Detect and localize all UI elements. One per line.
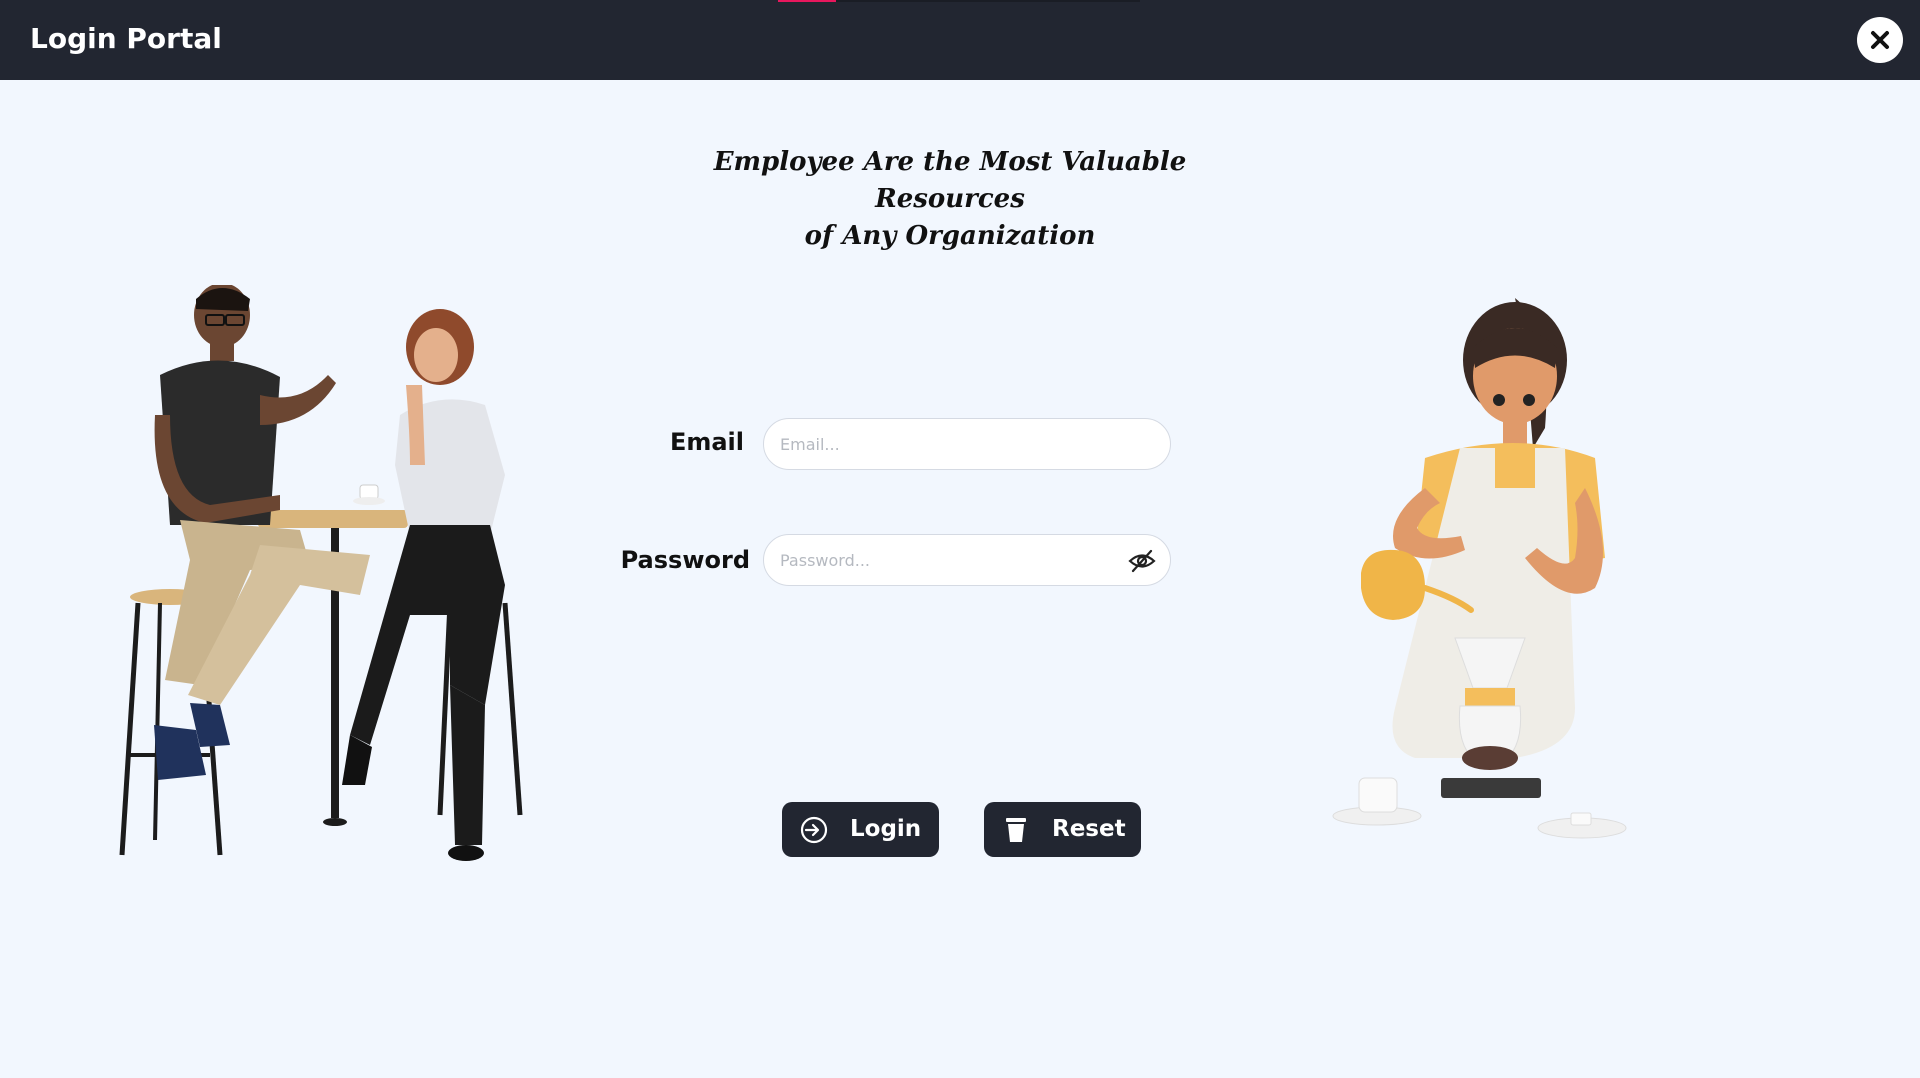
login-button[interactable]: Login <box>782 802 939 857</box>
close-icon <box>1871 31 1889 49</box>
email-input[interactable] <box>780 419 1120 469</box>
login-button-label: Login <box>850 816 922 842</box>
login-icon <box>800 816 828 844</box>
eye-off-icon[interactable] <box>1128 548 1156 574</box>
reset-button-label: Reset <box>1052 816 1126 842</box>
title-bar: Login Portal <box>0 0 1920 80</box>
barista-illustration <box>1332 298 1627 839</box>
loading-bar-fill <box>778 0 836 2</box>
tagline: Employee Are the Most Valuable Resources… <box>640 144 1260 255</box>
reset-button[interactable]: Reset <box>984 802 1141 857</box>
tagline-line-1: Employee Are the Most Valuable Resources <box>713 147 1187 214</box>
password-label: Password <box>620 546 750 574</box>
close-button[interactable] <box>1857 17 1903 63</box>
tagline-line-2: of Any Organization <box>804 221 1096 251</box>
people-at-table-illustration <box>119 285 523 861</box>
email-label: Email <box>669 428 744 456</box>
password-input[interactable] <box>780 535 1120 585</box>
email-field[interactable] <box>763 418 1171 470</box>
loading-bar <box>778 0 1140 2</box>
trash-icon <box>1006 818 1026 842</box>
window-title: Login Portal <box>30 22 222 55</box>
password-field[interactable] <box>763 534 1171 586</box>
